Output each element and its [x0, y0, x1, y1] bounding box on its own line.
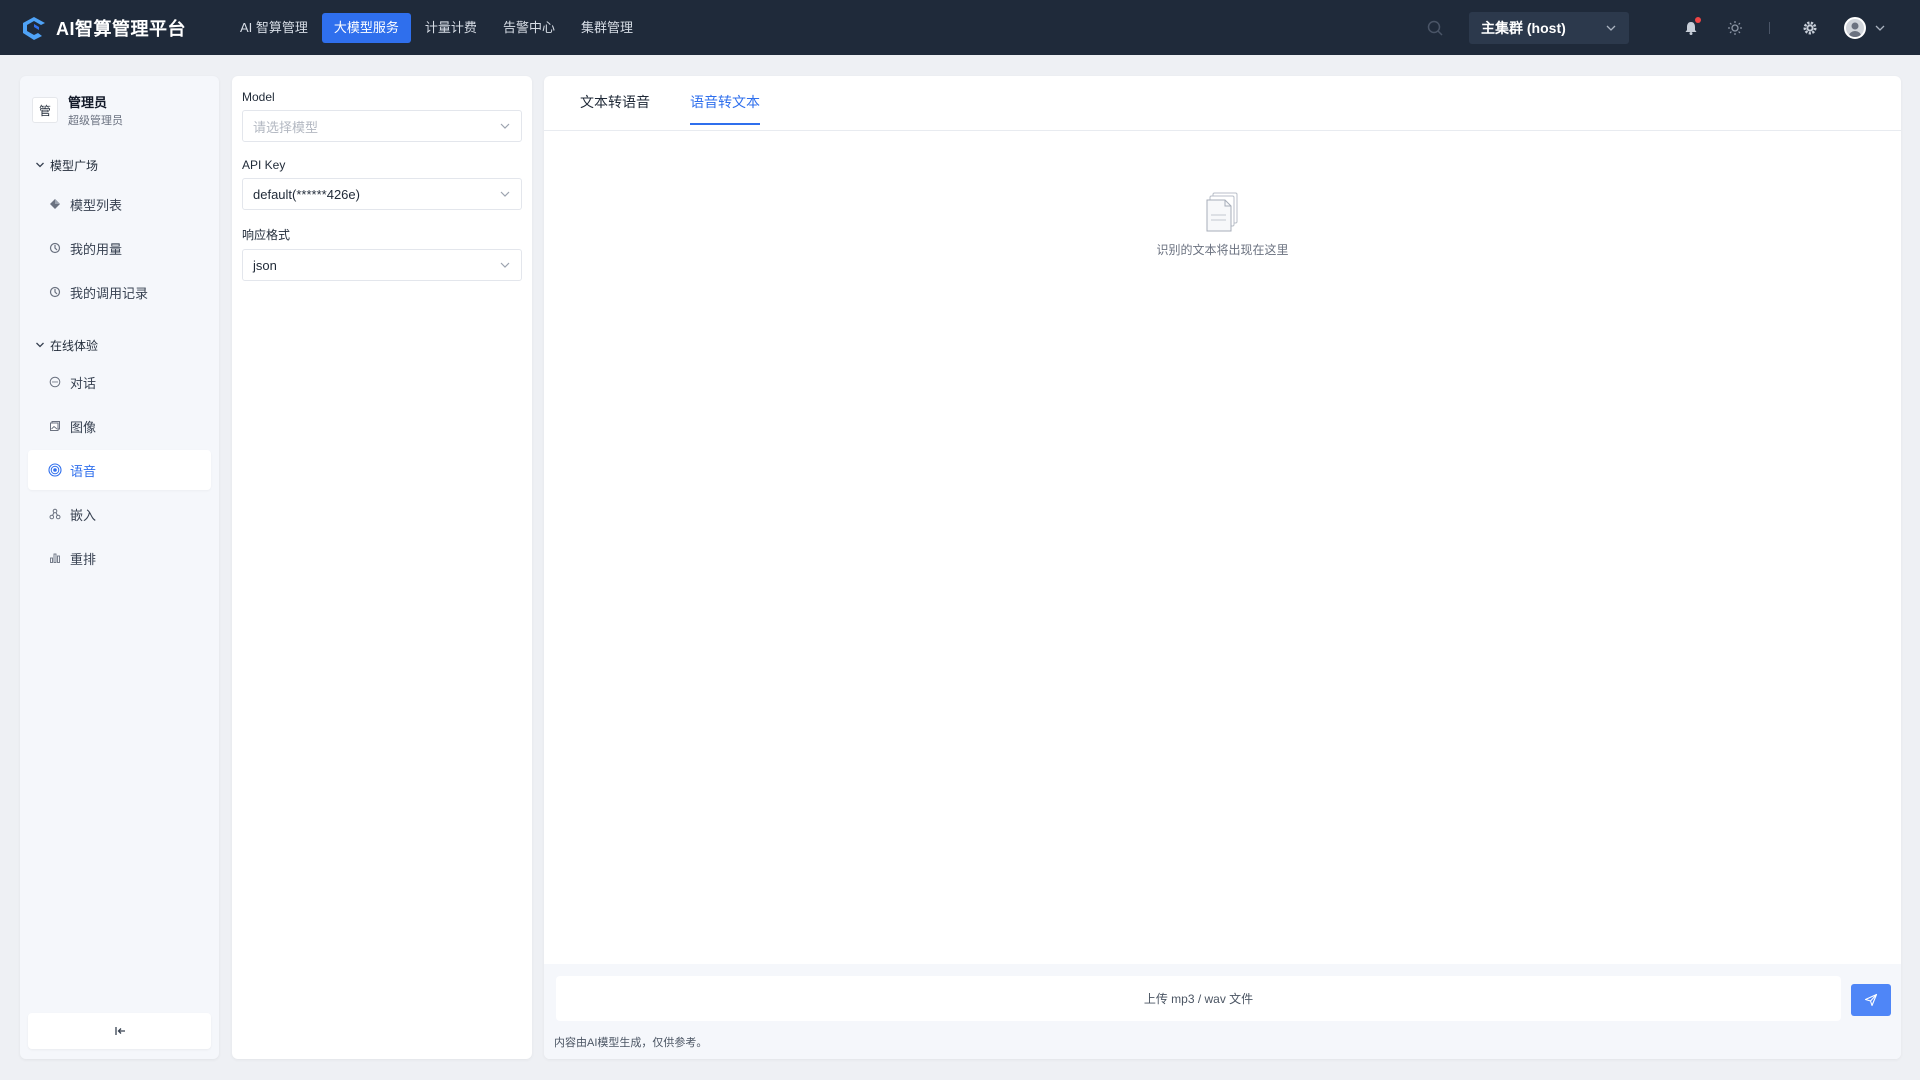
empty-state-text: 识别的文本将出现在这里	[1156, 243, 1289, 257]
notification-dot	[1695, 16, 1701, 23]
response-format-label: 响应格式	[242, 228, 291, 242]
group-model-plaza[interactable]: 模型广场	[20, 154, 219, 176]
model-select-placeholder: 请选择模型	[253, 119, 319, 135]
chevron-down-icon	[36, 162, 44, 168]
usage-icon	[48, 241, 62, 255]
document-icon	[1206, 192, 1237, 232]
ai-disclaimer: 内容由AI模型生成，仅供参考。	[554, 1037, 708, 1049]
cube-icon	[48, 197, 62, 211]
chevron-down-icon	[500, 123, 510, 129]
sidebar-item-label: 我的用量	[70, 241, 123, 257]
group-online-experience[interactable]: 在线体验	[20, 334, 219, 356]
chevron-down-icon	[500, 191, 510, 197]
sidebar-item-audio[interactable]: 语音	[28, 450, 211, 490]
send-icon	[1864, 993, 1878, 1007]
embed-icon	[48, 507, 62, 521]
send-button[interactable]	[1851, 984, 1891, 1016]
gear-icon[interactable]	[1800, 18, 1820, 38]
sidebar-item-label: 模型列表	[70, 197, 123, 213]
tab-speech-to-text[interactable]: 语音转文本	[690, 76, 760, 131]
rerank-icon	[48, 551, 62, 565]
image-icon	[48, 419, 62, 433]
platform-logo-icon	[23, 16, 45, 40]
record-icon	[48, 285, 62, 299]
chevron-down-icon	[36, 342, 44, 348]
nav-billing[interactable]: 计量计费	[413, 13, 489, 43]
chevron-down-icon	[1606, 25, 1616, 31]
input-bar: 上传 mp3 / wav 文件 内容由AI模型生成，仅供参考。	[544, 964, 1901, 1059]
empty-state: 识别的文本将出现在这里	[544, 191, 1901, 258]
audio-icon	[48, 463, 62, 477]
response-format-select[interactable]: json	[242, 249, 522, 281]
user-menu[interactable]	[1844, 16, 1886, 39]
config-panel: Model 请选择模型 API Key default(******426e) …	[232, 76, 532, 1059]
cluster-select-value: 主集群 (host)	[1481, 19, 1566, 36]
search-icon[interactable]	[1425, 18, 1445, 38]
collapse-sidebar-button[interactable]	[28, 1013, 211, 1049]
tab-text-to-speech[interactable]: 文本转语音	[580, 76, 650, 131]
avatar-icon	[1844, 16, 1866, 39]
nav-alerts[interactable]: 告警中心	[491, 13, 567, 43]
sidebar-item-image[interactable]: 图像	[28, 406, 211, 446]
group-title-label: 在线体验	[50, 338, 99, 353]
nav-clusters[interactable]: 集群管理	[569, 13, 645, 43]
model-select[interactable]: 请选择模型	[242, 110, 522, 142]
sun-icon[interactable]	[1725, 18, 1745, 38]
api-key-value: default(******426e)	[253, 186, 360, 202]
nav-llm-service[interactable]: 大模型服务	[321, 12, 411, 43]
sidebar-item-label: 语音	[70, 463, 97, 479]
cluster-select[interactable]: 主集群 (host)	[1469, 11, 1629, 44]
sidebar-item-call-records[interactable]: 我的调用记录	[28, 272, 211, 312]
response-format-value: json	[253, 257, 277, 273]
sidebar-item-my-usage[interactable]: 我的用量	[28, 228, 211, 268]
upload-audio-area[interactable]: 上传 mp3 / wav 文件	[556, 976, 1841, 1021]
app-title: AI智算管理平台	[56, 18, 186, 39]
sidebar-item-embedding[interactable]: 嵌入	[28, 494, 211, 534]
group-title-label: 模型广场	[50, 158, 99, 173]
top-nav: AI 智算管理 大模型服务 计量计费 告警中心 集群管理	[228, 12, 647, 43]
api-key-select[interactable]: default(******426e)	[242, 178, 522, 210]
bell-icon[interactable]	[1681, 16, 1701, 38]
sidebar-item-rerank[interactable]: 重排	[28, 538, 211, 578]
sidebar-item-chat[interactable]: 对话	[28, 362, 211, 402]
user-card: 管 管理员 超级管理员	[20, 76, 219, 127]
sidebar: 管 管理员 超级管理员 模型广场 模型列表 我的用量 我的调用记录 在线体验 对…	[20, 76, 219, 1059]
tab-bar: 文本转语音 语音转文本	[544, 76, 1901, 131]
upload-audio-label: 上传 mp3 / wav 文件	[1143, 992, 1254, 1006]
top-bar: AI智算管理平台 AI 智算管理 大模型服务 计量计费 告警中心 集群管理 主集…	[0, 0, 1920, 55]
sidebar-item-label: 我的调用记录	[70, 285, 149, 301]
user-badge: 管	[32, 97, 58, 123]
user-role: 超级管理员	[68, 115, 123, 127]
divider	[1769, 21, 1770, 34]
sidebar-item-label: 图像	[70, 419, 97, 435]
sidebar-item-model-list[interactable]: 模型列表	[28, 184, 211, 224]
app-logo[interactable]: AI智算管理平台	[20, 14, 210, 42]
api-key-label: API Key	[242, 158, 286, 172]
sidebar-item-label: 嵌入	[70, 507, 97, 523]
chat-icon	[48, 375, 62, 389]
nav-ai-compute[interactable]: AI 智算管理	[228, 13, 320, 43]
main-panel: 文本转语音 语音转文本 识别的文本将出现在这里 上传 mp3 / wav 文件 …	[544, 76, 1901, 1059]
user-name: 管理员	[68, 95, 108, 110]
chevron-down-icon	[500, 262, 510, 268]
sidebar-item-label: 重排	[70, 551, 97, 567]
chevron-down-icon	[1875, 25, 1885, 31]
sidebar-item-label: 对话	[70, 375, 97, 391]
model-label: Model	[242, 90, 275, 104]
collapse-icon	[114, 1027, 125, 1035]
